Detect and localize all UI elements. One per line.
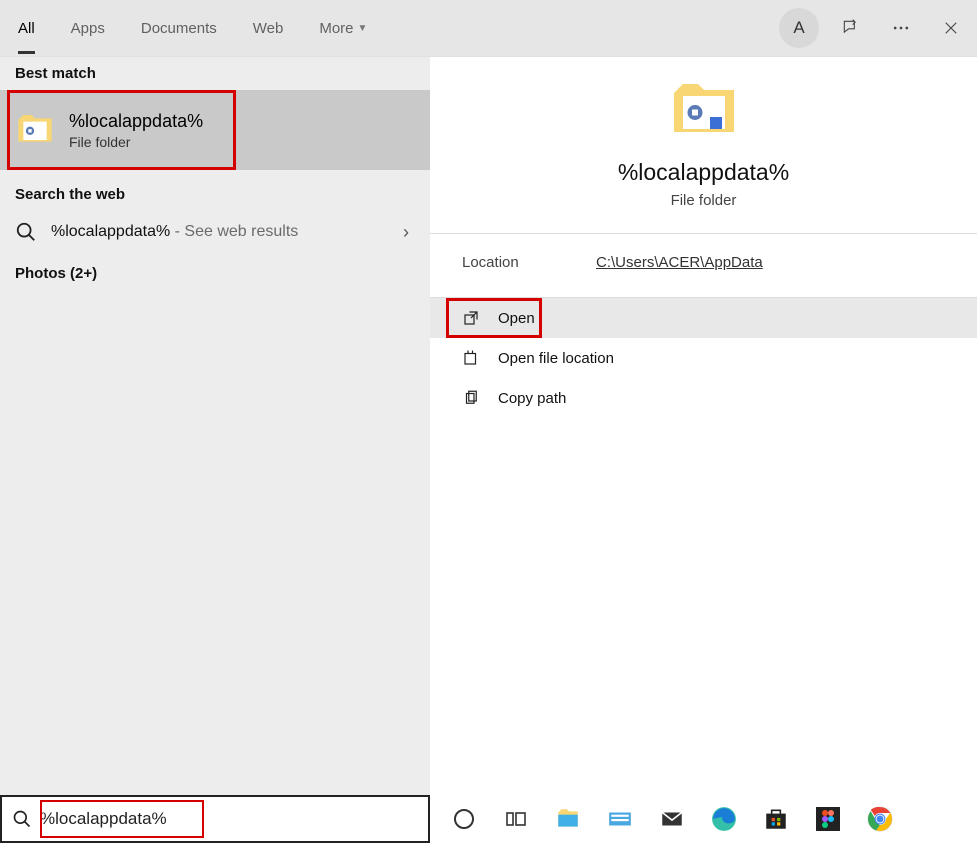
search-web-header: Search the web	[0, 170, 430, 211]
action-open-label: Open	[498, 310, 535, 327]
preview-subtitle: File folder	[671, 192, 737, 209]
open-icon	[462, 309, 480, 327]
action-open-file-location-label: Open file location	[498, 350, 614, 367]
web-result-text: %localappdata% - See web results	[51, 223, 298, 241]
microsoft-store-icon[interactable]	[762, 805, 790, 833]
top-controls: A	[779, 8, 969, 48]
tab-more-label: More	[319, 20, 353, 37]
taskbar	[0, 795, 977, 843]
task-view-icon[interactable]	[502, 805, 530, 833]
search-filter-tabs: All Apps Documents Web More ▼	[0, 0, 385, 56]
action-copy-path-label: Copy path	[498, 390, 566, 407]
file-explorer-icon[interactable]	[554, 805, 582, 833]
preview-title: %localappdata%	[618, 159, 789, 186]
web-result-query: %localappdata%	[51, 223, 170, 240]
location-path[interactable]: C:\Users\ACER\AppData	[596, 254, 763, 271]
chevron-right-icon: ›	[403, 222, 415, 243]
close-icon[interactable]	[933, 10, 969, 46]
web-result-suffix: - See web results	[170, 223, 298, 240]
more-options-icon[interactable]	[883, 10, 919, 46]
keyboard-app-icon[interactable]	[606, 805, 634, 833]
action-copy-path[interactable]: Copy path	[430, 378, 977, 418]
location-row: Location C:\Users\ACER\AppData	[430, 234, 977, 297]
taskbar-icons	[430, 795, 977, 843]
copy-path-icon	[462, 389, 480, 407]
open-file-location-icon	[462, 349, 480, 367]
search-icon	[15, 221, 37, 243]
feedback-icon[interactable]	[833, 10, 869, 46]
search-icon	[12, 809, 32, 829]
photos-header[interactable]: Photos (2+)	[0, 257, 430, 290]
best-match-subtitle: File folder	[69, 134, 203, 150]
folder-icon	[15, 110, 55, 150]
web-search-result[interactable]: %localappdata% - See web results ›	[0, 211, 430, 257]
edge-icon[interactable]	[710, 805, 738, 833]
results-panel: Best match %localappdata% File folder Se…	[0, 57, 430, 795]
web-result-left: %localappdata% - See web results	[15, 221, 298, 243]
user-avatar[interactable]: A	[779, 8, 819, 48]
best-match-result[interactable]: %localappdata% File folder	[0, 90, 430, 170]
action-open-file-location[interactable]: Open file location	[430, 338, 977, 378]
chevron-down-icon: ▼	[358, 23, 368, 34]
top-bar: All Apps Documents Web More ▼ A	[0, 0, 977, 57]
best-match-title: %localappdata%	[69, 111, 203, 132]
cortana-icon[interactable]	[450, 805, 478, 833]
search-box[interactable]	[0, 795, 430, 843]
tab-web[interactable]: Web	[235, 0, 302, 56]
main-area: Best match %localappdata% File folder Se…	[0, 57, 977, 795]
preview-panel: %localappdata% File folder Location C:\U…	[430, 57, 977, 795]
best-match-header: Best match	[0, 57, 430, 90]
tab-all[interactable]: All	[0, 0, 53, 56]
best-match-text: %localappdata% File folder	[69, 111, 203, 150]
location-label: Location	[462, 254, 596, 271]
folder-icon-large	[668, 75, 740, 147]
preview-content: %localappdata% File folder Location C:\U…	[430, 57, 977, 795]
preview-header: %localappdata% File folder	[430, 75, 977, 233]
chrome-icon[interactable]	[866, 805, 894, 833]
search-input[interactable]	[40, 797, 428, 841]
tab-documents[interactable]: Documents	[123, 0, 235, 56]
tab-more[interactable]: More ▼	[301, 0, 385, 56]
action-open[interactable]: Open	[430, 298, 977, 338]
figma-icon[interactable]	[814, 805, 842, 833]
mail-icon[interactable]	[658, 805, 686, 833]
tab-apps[interactable]: Apps	[53, 0, 123, 56]
